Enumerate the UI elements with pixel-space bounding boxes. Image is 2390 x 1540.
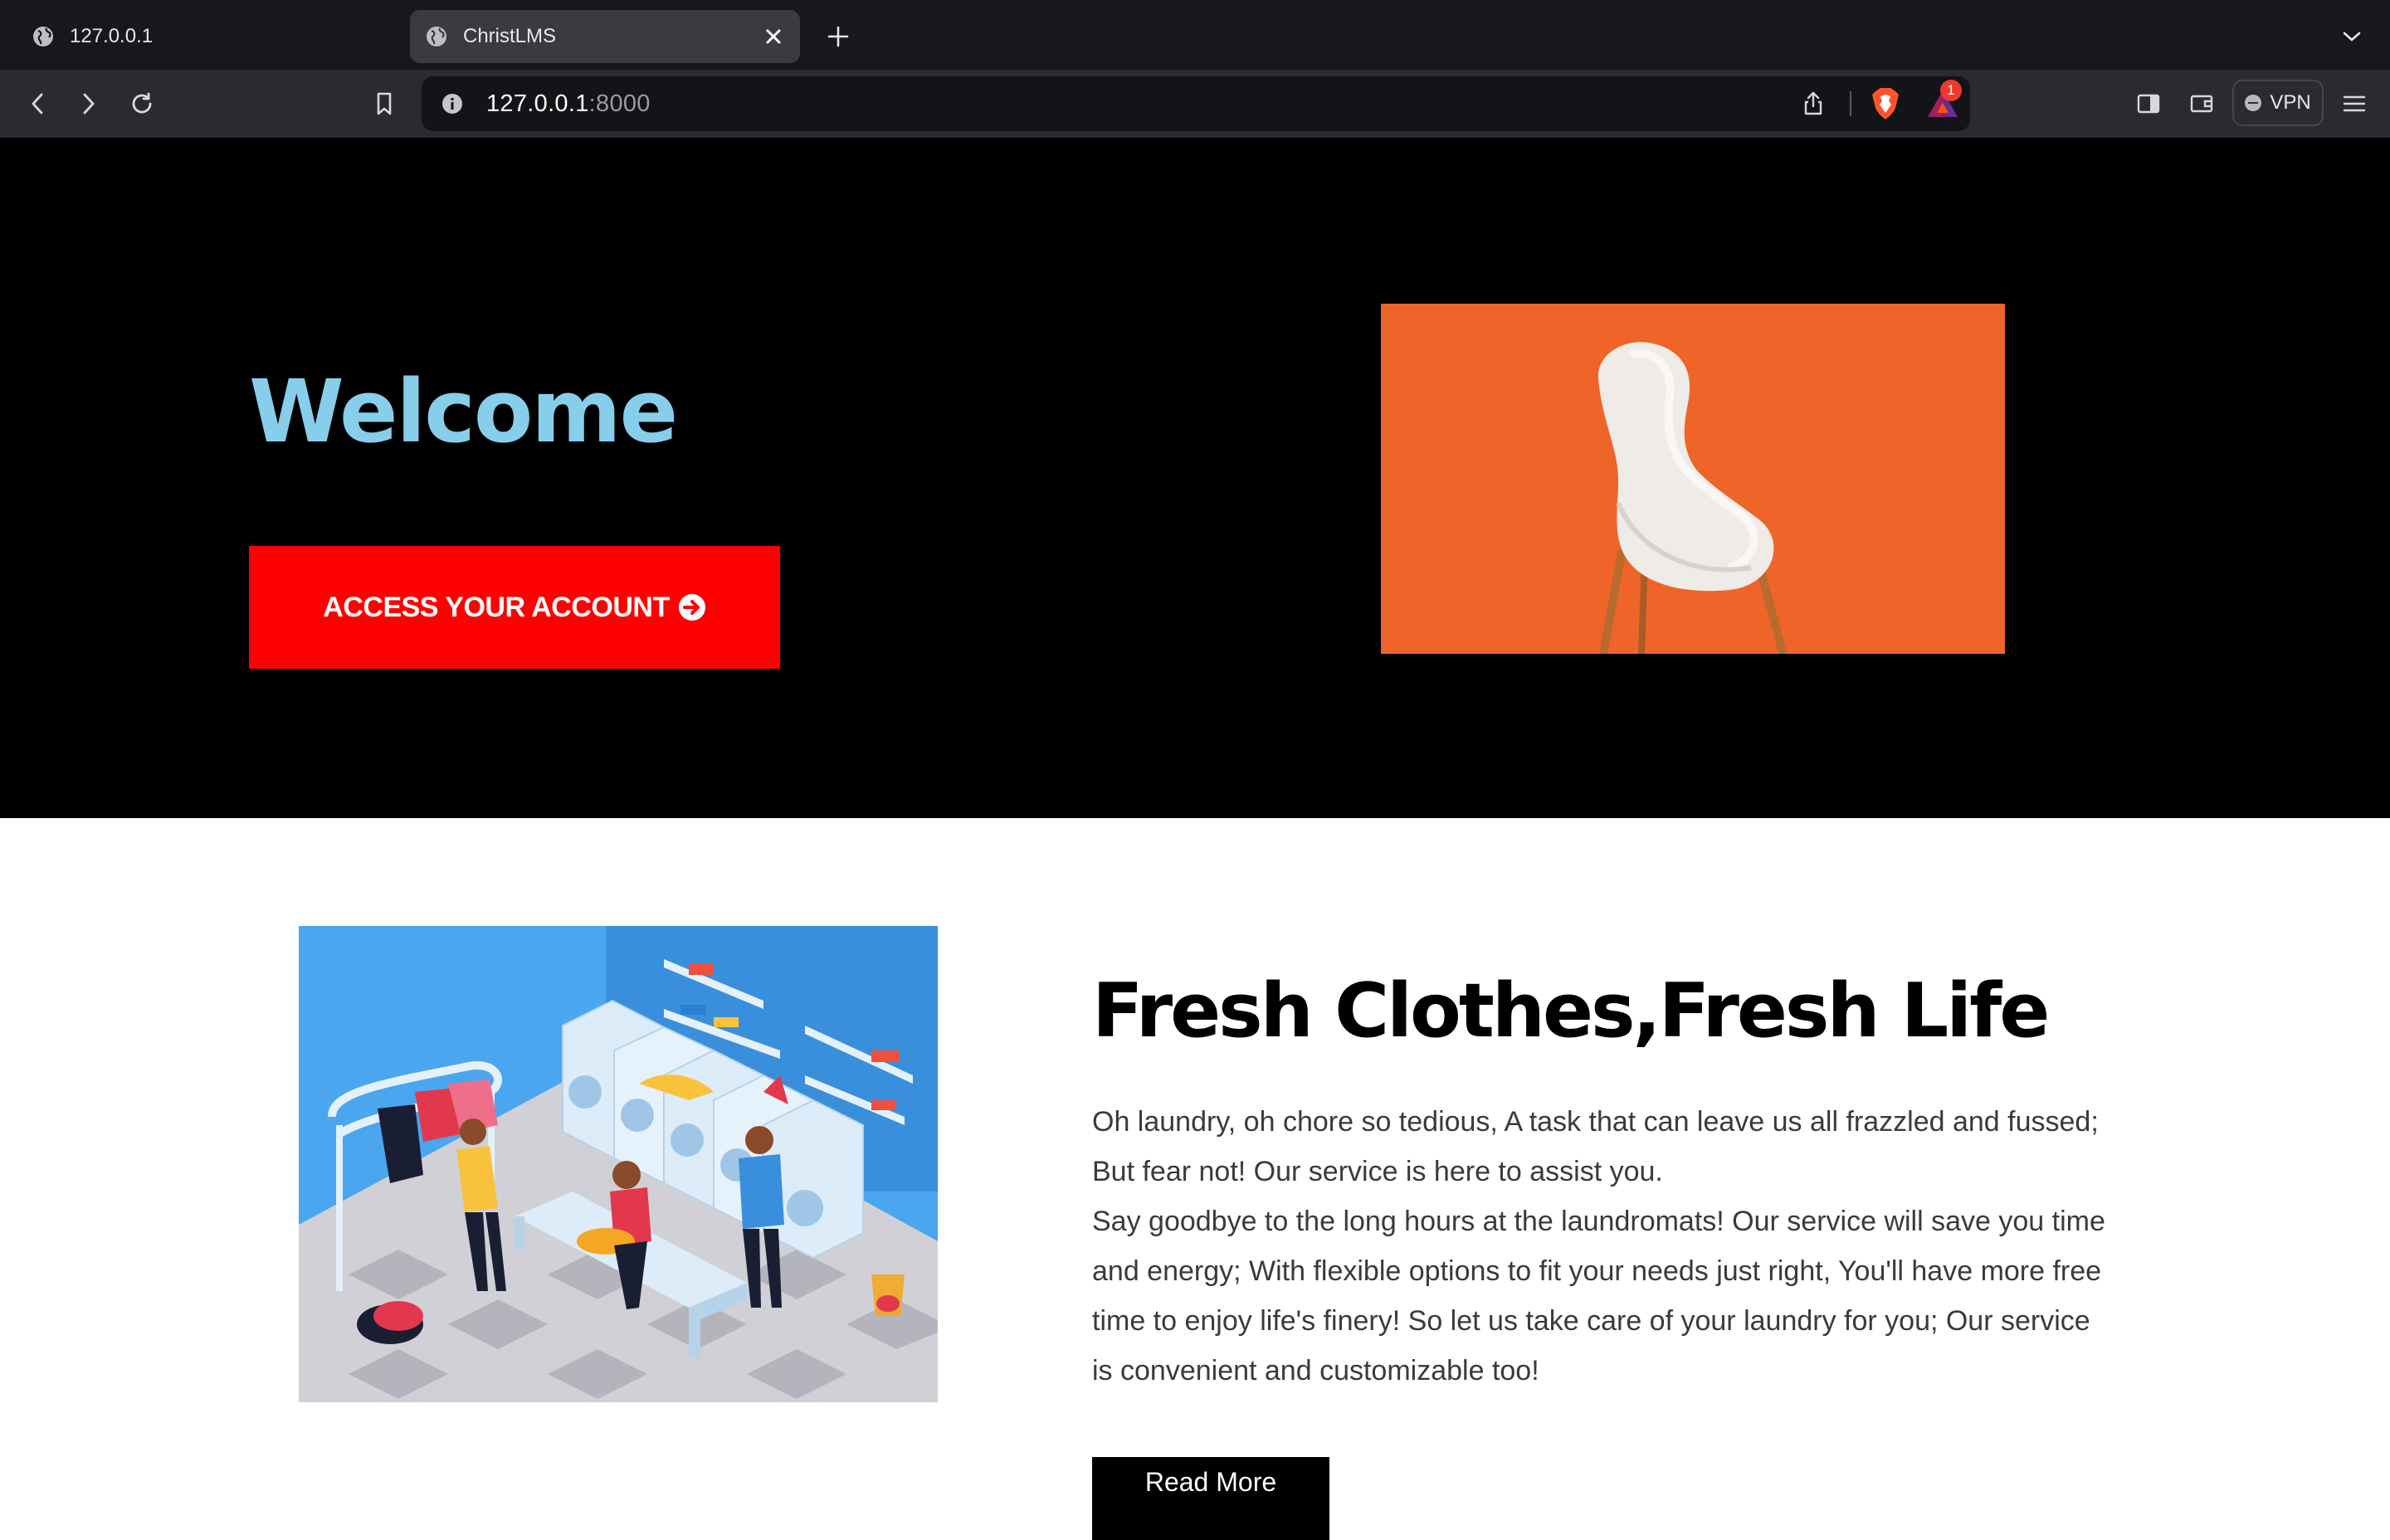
browser-toolbar: 127.0.0.1:8000 1 VPN: [0, 70, 2390, 138]
bookmark-button[interactable]: [367, 86, 402, 121]
back-button[interactable]: [20, 86, 55, 121]
section-heading: Fresh Clothes,Fresh Life: [1092, 967, 2050, 1055]
rewards-badge: 1: [1940, 80, 1962, 101]
url-text[interactable]: 127.0.0.1:8000: [486, 90, 651, 118]
description-paragraph: Oh laundry, oh chore so tedious, A task …: [1092, 1106, 2099, 1187]
tab-title: 127.0.0.1: [70, 25, 154, 47]
access-account-button[interactable]: ACCESS YOUR ACCOUNT: [249, 546, 780, 669]
forward-arrow-icon: [83, 93, 95, 115]
bookmark-icon: [377, 92, 392, 115]
wallet-button[interactable]: [2184, 86, 2219, 121]
forward-button[interactable]: [71, 86, 106, 121]
description-paragraph: Say goodbye to the long hours at the lau…: [1092, 1206, 2105, 1386]
sidebar-icon: [2137, 94, 2160, 114]
vpn-button[interactable]: VPN: [2232, 80, 2324, 126]
close-tab-button[interactable]: [760, 23, 787, 50]
wallet-icon: [2190, 95, 2213, 113]
read-more-label: Read More: [1144, 1467, 1277, 1497]
address-bar[interactable]: 127.0.0.1:8000 1: [422, 76, 1970, 131]
chair-image: [1381, 304, 2005, 654]
browser-tab-inactive[interactable]: 127.0.0.1: [17, 10, 398, 63]
browser-tab-strip: 127.0.0.1 ChristLMS: [0, 0, 2390, 70]
arrow-circle-right-icon: [678, 594, 705, 621]
new-tab-button[interactable]: [822, 20, 855, 53]
brave-shields-icon[interactable]: [1869, 86, 1902, 121]
tab-list-button[interactable]: [2337, 22, 2367, 51]
site-info-icon[interactable]: [440, 91, 465, 116]
back-arrow-icon: [32, 93, 43, 115]
access-account-label: ACCESS YOUR ACCOUNT: [323, 591, 670, 623]
close-icon: [766, 29, 781, 44]
tab-title: ChristLMS: [463, 25, 557, 47]
sidebar-toggle-button[interactable]: [2131, 86, 2166, 121]
hero-section: Welcome ACCESS YOUR ACCOUNT: [0, 138, 2390, 818]
section-description: Oh laundry, oh chore so tedious, A task …: [1092, 1097, 2113, 1396]
browser-tab-active[interactable]: ChristLMS: [410, 10, 800, 63]
reload-button[interactable]: [124, 86, 159, 121]
globe-icon: [33, 27, 53, 46]
vpn-label: VPN: [2270, 91, 2311, 114]
hamburger-menu-icon: [2343, 95, 2366, 112]
about-section: Fresh Clothes,Fresh Life Oh laundry, oh …: [0, 818, 2390, 1540]
share-icon[interactable]: [1799, 90, 1827, 118]
reload-icon: [132, 92, 152, 114]
hero-title: Welcome: [249, 361, 678, 462]
chevron-down-icon: [2343, 32, 2361, 41]
vpn-status-icon: [2245, 95, 2262, 111]
toolbar-divider: [1850, 91, 1851, 116]
url-host: 127.0.0.1: [486, 90, 589, 117]
globe-icon: [427, 27, 446, 46]
url-port: :8000: [588, 90, 651, 117]
menu-button[interactable]: [2337, 86, 2372, 121]
read-more-button[interactable]: Read More: [1092, 1457, 1329, 1540]
laundromat-illustration: [299, 926, 938, 1402]
plus-icon: [827, 26, 849, 47]
